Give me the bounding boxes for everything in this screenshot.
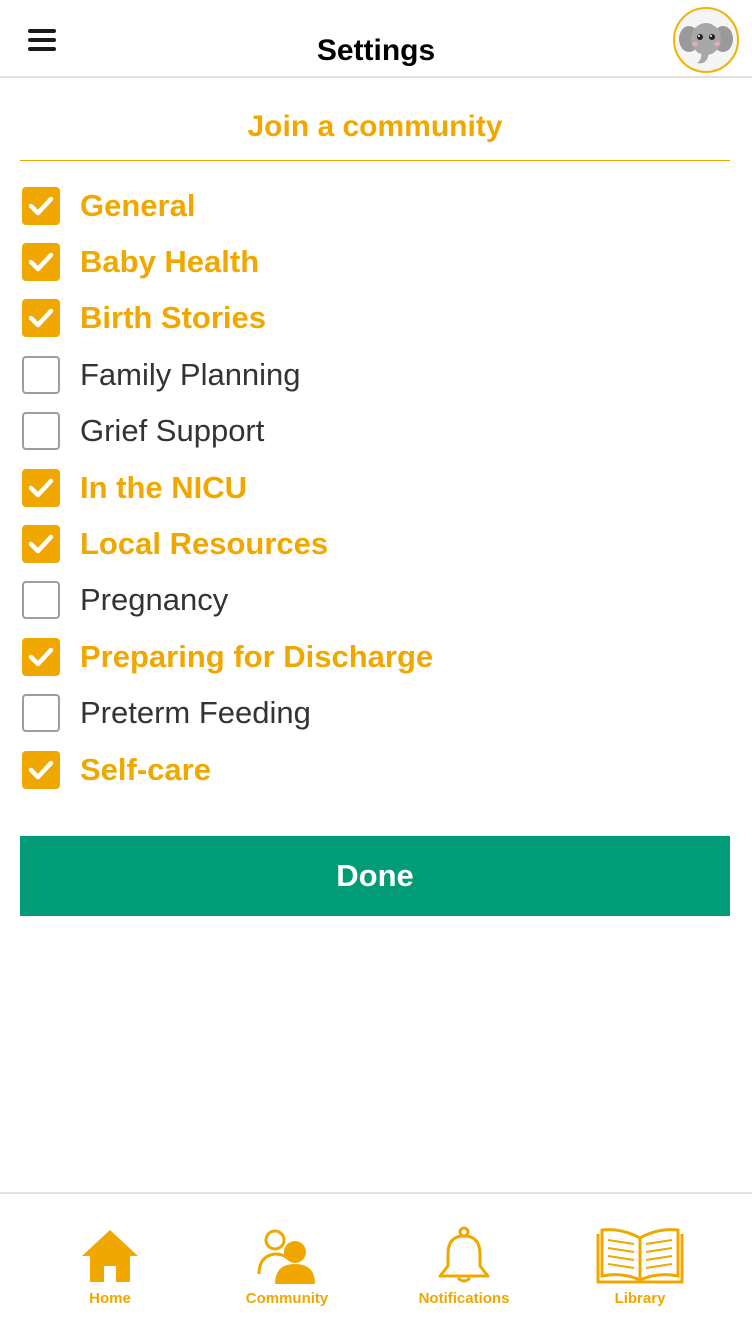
checkbox-checked[interactable] (22, 243, 60, 281)
community-label: Baby Health (80, 244, 260, 279)
community-icon (257, 1229, 315, 1284)
checkbox-unchecked[interactable] (22, 581, 60, 619)
community-item-pregnancy[interactable]: Pregnancy (20, 572, 720, 628)
community-item-preterm-feeding[interactable]: Preterm Feeding (20, 685, 720, 741)
tab-home[interactable]: Home (40, 1226, 180, 1307)
community-item-general[interactable]: General (20, 178, 720, 234)
tab-library[interactable]: Library (570, 1226, 710, 1307)
community-item-family-planning[interactable]: Family Planning (20, 347, 720, 403)
elephant-avatar[interactable] (673, 7, 739, 73)
done-button[interactable]: Done (20, 836, 730, 916)
checkbox-checked[interactable] (22, 751, 60, 789)
community-label: Grief Support (80, 413, 265, 448)
community-label: Preparing for Discharge (80, 639, 434, 674)
page-title: Settings (316, 34, 436, 67)
tab-label: Community (245, 1290, 329, 1307)
checkbox-checked[interactable] (22, 187, 60, 225)
community-item-baby-health[interactable]: Baby Health (20, 234, 720, 290)
community-item-in-the-nicu[interactable]: In the NICU (20, 460, 720, 516)
community-label: Family Planning (80, 357, 301, 392)
community-label: Self-care (80, 752, 211, 787)
section-title: Join a community (247, 110, 503, 143)
checkbox-unchecked[interactable] (22, 694, 60, 732)
checkbox-unchecked[interactable] (22, 356, 60, 394)
tab-label: Notifications (418, 1290, 510, 1307)
checkbox-checked[interactable] (22, 299, 60, 337)
checkbox-checked[interactable] (22, 469, 60, 507)
community-item-local-resources[interactable]: Local Resources (20, 516, 720, 572)
community-item-birth-stories[interactable]: Birth Stories (20, 290, 720, 346)
tab-label: Home (89, 1290, 131, 1307)
tab-community[interactable]: Community (217, 1226, 357, 1307)
community-label: Pregnancy (80, 582, 229, 617)
checkbox-checked[interactable] (22, 638, 60, 676)
checkbox-unchecked[interactable] (22, 412, 60, 450)
community-label: General (80, 188, 196, 223)
section-divider (20, 160, 730, 161)
community-label: Birth Stories (80, 300, 267, 335)
bell-icon (438, 1226, 490, 1283)
tab-notifications[interactable]: Notifications (394, 1226, 534, 1307)
community-item-self-care[interactable]: Self-care (20, 742, 720, 798)
bottom-tab-bar: Home Community Notifications Library (0, 1192, 752, 1336)
header-bar: Settings (0, 0, 752, 78)
community-label: In the NICU (80, 470, 248, 505)
home-icon (82, 1230, 138, 1282)
tab-label: Library (614, 1290, 666, 1307)
book-icon (596, 1228, 684, 1284)
community-label: Local Resources (80, 526, 329, 561)
community-item-preparing-for-discharge[interactable]: Preparing for Discharge (20, 629, 720, 685)
checkbox-checked[interactable] (22, 525, 60, 563)
community-item-grief-support[interactable]: Grief Support (20, 403, 720, 459)
community-label: Preterm Feeding (80, 695, 311, 730)
